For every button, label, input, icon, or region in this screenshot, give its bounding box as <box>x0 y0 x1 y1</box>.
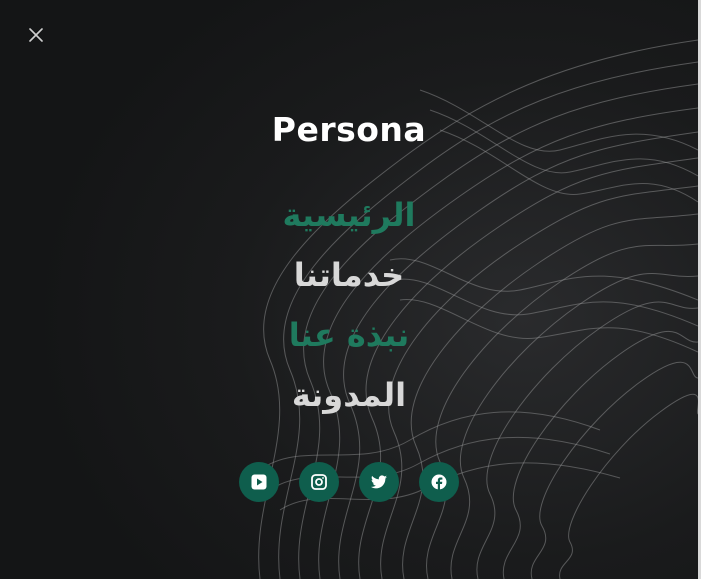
youtube-icon <box>251 474 267 490</box>
facebook-icon <box>431 474 447 490</box>
instagram-button[interactable] <box>299 462 339 502</box>
close-button[interactable] <box>24 23 48 47</box>
youtube-button[interactable] <box>239 462 279 502</box>
twitter-icon <box>371 475 387 489</box>
nav-item-home[interactable]: الرئيسية <box>283 190 416 250</box>
nav-item-services[interactable]: خدماتنا <box>294 250 404 310</box>
menu-overlay: Persona الرئيسية خدماتنا نبذة عنا المدون… <box>0 0 698 579</box>
social-links <box>0 462 698 502</box>
close-icon <box>29 28 43 42</box>
twitter-button[interactable] <box>359 462 399 502</box>
brand-logo[interactable]: Persona <box>0 110 698 149</box>
instagram-icon <box>311 474 327 490</box>
nav-item-about[interactable]: نبذة عنا <box>289 310 410 370</box>
facebook-button[interactable] <box>419 462 459 502</box>
nav-item-blog[interactable]: المدونة <box>292 370 406 430</box>
main-nav: الرئيسية خدماتنا نبذة عنا المدونة <box>0 190 698 430</box>
